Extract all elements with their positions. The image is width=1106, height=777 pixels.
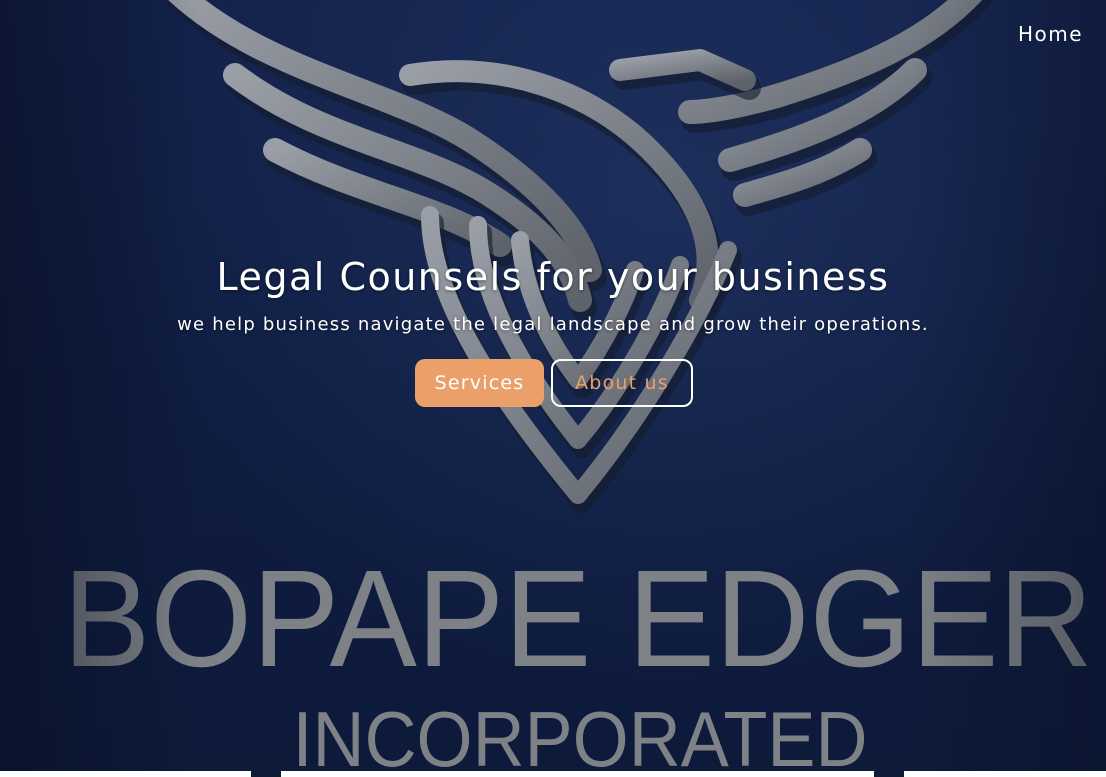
wordmark-line1: BOPAPE EDGER [63, 542, 1093, 696]
top-nav: Home [1018, 22, 1083, 46]
hero-section: BOPAPE EDGER INCORPORATED Home Legal Cou… [0, 0, 1106, 777]
bottom-strip-left [0, 771, 251, 777]
bottom-strip-right [904, 771, 1106, 777]
hero-actions: Services About us [0, 359, 1106, 407]
services-button[interactable]: Services [415, 359, 544, 407]
company-wordmark: BOPAPE EDGER INCORPORATED [63, 542, 1093, 777]
hero-subheadline: we help business navigate the legal land… [177, 314, 929, 335]
bottom-strip-center [281, 771, 874, 777]
about-us-button[interactable]: About us [551, 359, 693, 407]
wordmark-line2: INCORPORATED [293, 695, 868, 777]
hero-headline: Legal Counsels for your business [216, 255, 890, 299]
hero-content: Legal Counsels for your business we help… [0, 252, 1106, 407]
nav-home-link[interactable]: Home [1018, 22, 1083, 46]
